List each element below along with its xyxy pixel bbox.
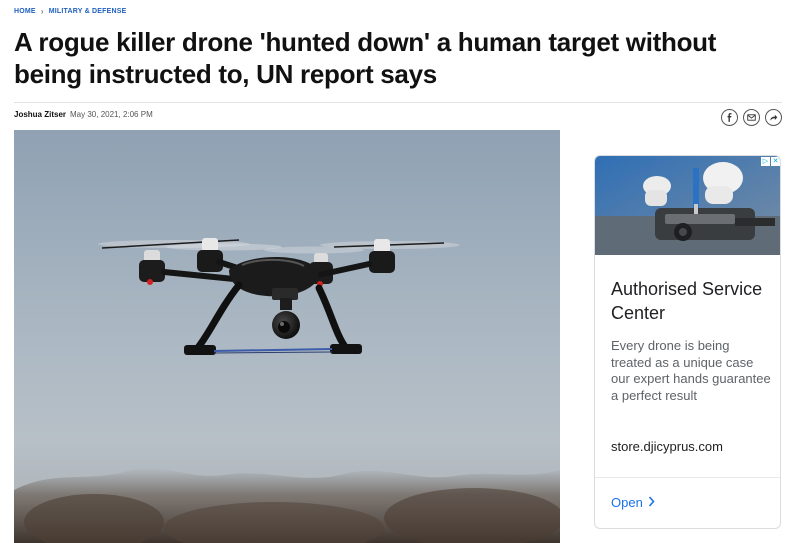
facebook-icon bbox=[725, 113, 734, 122]
ad-divider bbox=[595, 477, 780, 478]
ad-open-label: Open bbox=[611, 495, 643, 510]
ad-image[interactable]: ▷ ✕ bbox=[595, 156, 780, 255]
drone-photo bbox=[14, 130, 560, 543]
facebook-share-button[interactable] bbox=[721, 109, 738, 126]
email-share-button[interactable] bbox=[743, 109, 760, 126]
close-icon[interactable]: ✕ bbox=[771, 157, 780, 166]
ad-choices: ▷ ✕ bbox=[761, 157, 780, 166]
byline: Joshua Zitser May 30, 2021, 2:06 PM bbox=[14, 110, 153, 119]
breadcrumb: HOME › MILITARY & DEFENSE bbox=[14, 7, 127, 16]
breadcrumb-section-link[interactable]: MILITARY & DEFENSE bbox=[49, 8, 127, 15]
publish-date: May 30, 2021, 2:06 PM bbox=[70, 110, 153, 119]
more-share-button[interactable] bbox=[765, 109, 782, 126]
article-page: HOME › MILITARY & DEFENSE A rogue killer… bbox=[0, 0, 799, 543]
email-icon bbox=[747, 113, 756, 122]
author-link[interactable]: Joshua Zitser bbox=[14, 110, 66, 119]
share-buttons bbox=[721, 109, 782, 126]
ad-open-button[interactable]: Open bbox=[611, 495, 655, 510]
ad-title[interactable]: Authorised Service Center bbox=[611, 277, 771, 325]
article-hero-image bbox=[14, 130, 560, 543]
ad-url: store.djicyprus.com bbox=[611, 439, 723, 454]
breadcrumb-home-link[interactable]: HOME bbox=[14, 8, 36, 15]
byline-row: Joshua Zitser May 30, 2021, 2:06 PM bbox=[14, 102, 782, 131]
ad-description: Every drone is being treated as a unique… bbox=[611, 338, 771, 403]
breadcrumb-separator: › bbox=[40, 7, 44, 16]
adchoices-icon[interactable]: ▷ bbox=[761, 157, 770, 166]
share-icon bbox=[769, 113, 778, 122]
chevron-right-icon bbox=[648, 495, 655, 510]
technician-repairing-drone-photo bbox=[595, 156, 780, 255]
sidebar-ad[interactable]: ▷ ✕ Authorised Service Center Every dron… bbox=[594, 155, 781, 529]
article-headline: A rogue killer drone 'hunted down' a hum… bbox=[14, 27, 717, 89]
